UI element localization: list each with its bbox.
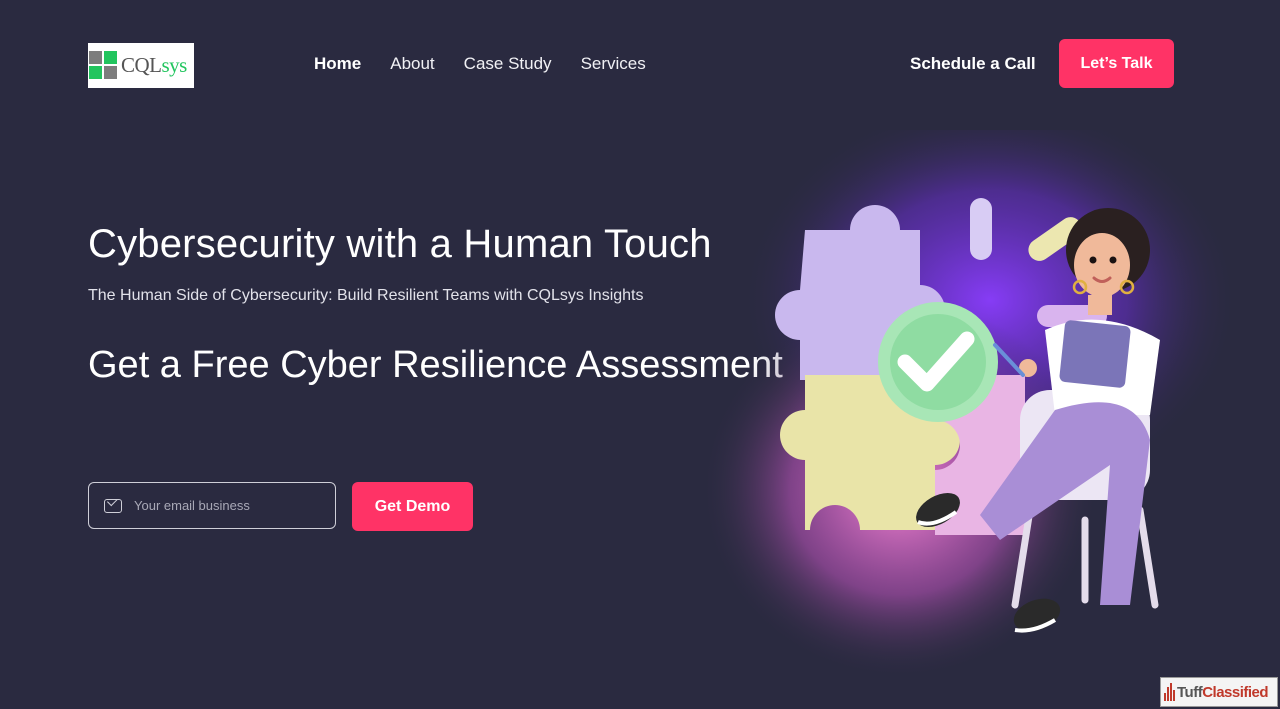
email-input[interactable] — [132, 497, 326, 514]
hero-title: Cybersecurity with a Human Touch — [88, 222, 712, 266]
logo[interactable]: CQLsys — [88, 43, 194, 88]
mail-icon — [104, 498, 122, 513]
logo-wordmark: CQLsys — [121, 53, 187, 77]
tablet-icon — [1059, 320, 1131, 388]
watermark-badge: TuffClassified — [1160, 677, 1278, 707]
watermark-text: TuffClassified — [1177, 683, 1269, 701]
nav-about[interactable]: About — [390, 54, 434, 74]
schedule-call-link[interactable]: Schedule a Call — [910, 54, 1036, 74]
email-field[interactable] — [88, 482, 336, 529]
hero-illustration — [700, 130, 1240, 680]
hero-offer-heading: Get a Free Cyber Resilience Assessment — [88, 344, 783, 386]
lets-talk-button[interactable]: Let’s Talk — [1059, 39, 1174, 88]
logo-mark-icon — [89, 50, 119, 81]
bar-chart-icon — [1164, 683, 1175, 701]
hero-subtitle: The Human Side of Cybersecurity: Build R… — [88, 287, 644, 304]
main-nav: Home About Case Study Services — [314, 54, 675, 74]
capsule-vertical — [970, 198, 992, 260]
nav-case-study[interactable]: Case Study — [464, 54, 552, 74]
get-demo-button[interactable]: Get Demo — [352, 482, 473, 531]
nav-services[interactable]: Services — [581, 54, 646, 74]
nav-home[interactable]: Home — [314, 54, 361, 74]
